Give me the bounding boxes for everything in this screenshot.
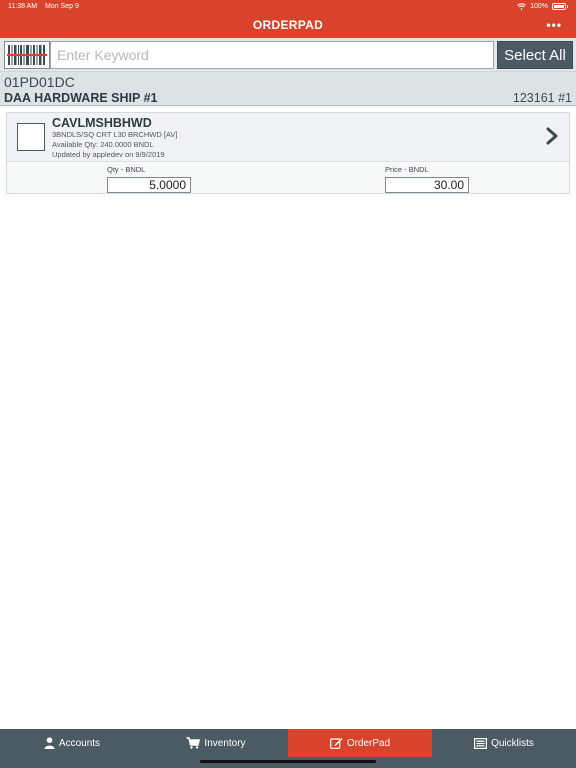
page-title: ORDERPAD	[252, 18, 324, 32]
item-fields: Qty - BNDL Price - BNDL	[7, 161, 569, 193]
battery-percent: 100%	[530, 3, 548, 10]
tab-orderpad-label: OrderPad	[346, 737, 391, 749]
account-code: 01PD01DC	[4, 74, 75, 90]
item-description: 3BNDLS/SQ CRT L30 BRCHWD [AV]	[52, 130, 178, 139]
qty-label: Qty - BNDL	[107, 165, 146, 174]
item-updated: Updated by appledev on 9/9/2019	[52, 150, 165, 159]
home-indicator	[200, 760, 376, 763]
ship-to-name: DAA HARDWARE SHIP #1	[4, 91, 158, 105]
tab-inventory[interactable]: Inventory	[144, 729, 288, 757]
edit-icon	[329, 738, 343, 749]
status-right: 100%	[517, 3, 568, 10]
tab-quicklists-label: Quicklists	[491, 737, 534, 749]
qty-field[interactable]	[107, 177, 191, 193]
wifi-icon	[517, 3, 526, 10]
ship-to-id: 123161 #1	[512, 91, 572, 105]
search-bar: Select All	[0, 38, 576, 72]
status-date: Mon Sep 9	[45, 3, 79, 10]
account-header: 01PD01DC DAA HARDWARE SHIP #1 123161 #1	[0, 72, 576, 106]
status-bar: 11:38 AM Mon Sep 9 100%	[0, 3, 576, 12]
status-time: 11:38 AM	[8, 3, 38, 10]
search-input[interactable]	[50, 41, 494, 69]
chevron-right-icon[interactable]	[545, 127, 559, 145]
tab-accounts-label: Accounts	[58, 737, 101, 749]
barcode-scan-button[interactable]	[4, 41, 50, 69]
tab-inventory-label: Inventory	[204, 737, 246, 749]
item-select-checkbox[interactable]	[17, 123, 45, 151]
item-summary[interactable]: CAVLMSHBHWD 3BNDLS/SQ CRT L30 BRCHWD [AV…	[7, 113, 569, 161]
barcode-icon	[7, 45, 47, 65]
more-menu-button[interactable]: •••	[546, 18, 562, 32]
select-all-button[interactable]: Select All	[497, 41, 573, 69]
list-icon	[474, 737, 488, 749]
order-item-card: CAVLMSHBHWD 3BNDLS/SQ CRT L30 BRCHWD [AV…	[6, 112, 570, 194]
tab-quicklists[interactable]: Quicklists	[432, 729, 576, 757]
tab-orderpad[interactable]: OrderPad	[288, 729, 432, 757]
tab-accounts[interactable]: Accounts	[0, 729, 144, 757]
cart-icon	[186, 737, 201, 749]
price-field[interactable]	[385, 177, 469, 193]
header-bar: 11:38 AM Mon Sep 9 100% ORDERPAD •••	[0, 0, 576, 38]
user-icon	[44, 737, 55, 749]
item-available-qty: Available Qty: 240.0000 BNDL	[52, 140, 154, 149]
price-label: Price - BNDL	[385, 165, 429, 174]
battery-icon	[552, 3, 566, 10]
app-root: 11:38 AM Mon Sep 9 100% ORDERPAD ••• Ent…	[0, 0, 576, 768]
item-code: CAVLMSHBHWD	[52, 116, 152, 130]
battery-tip	[567, 5, 568, 8]
